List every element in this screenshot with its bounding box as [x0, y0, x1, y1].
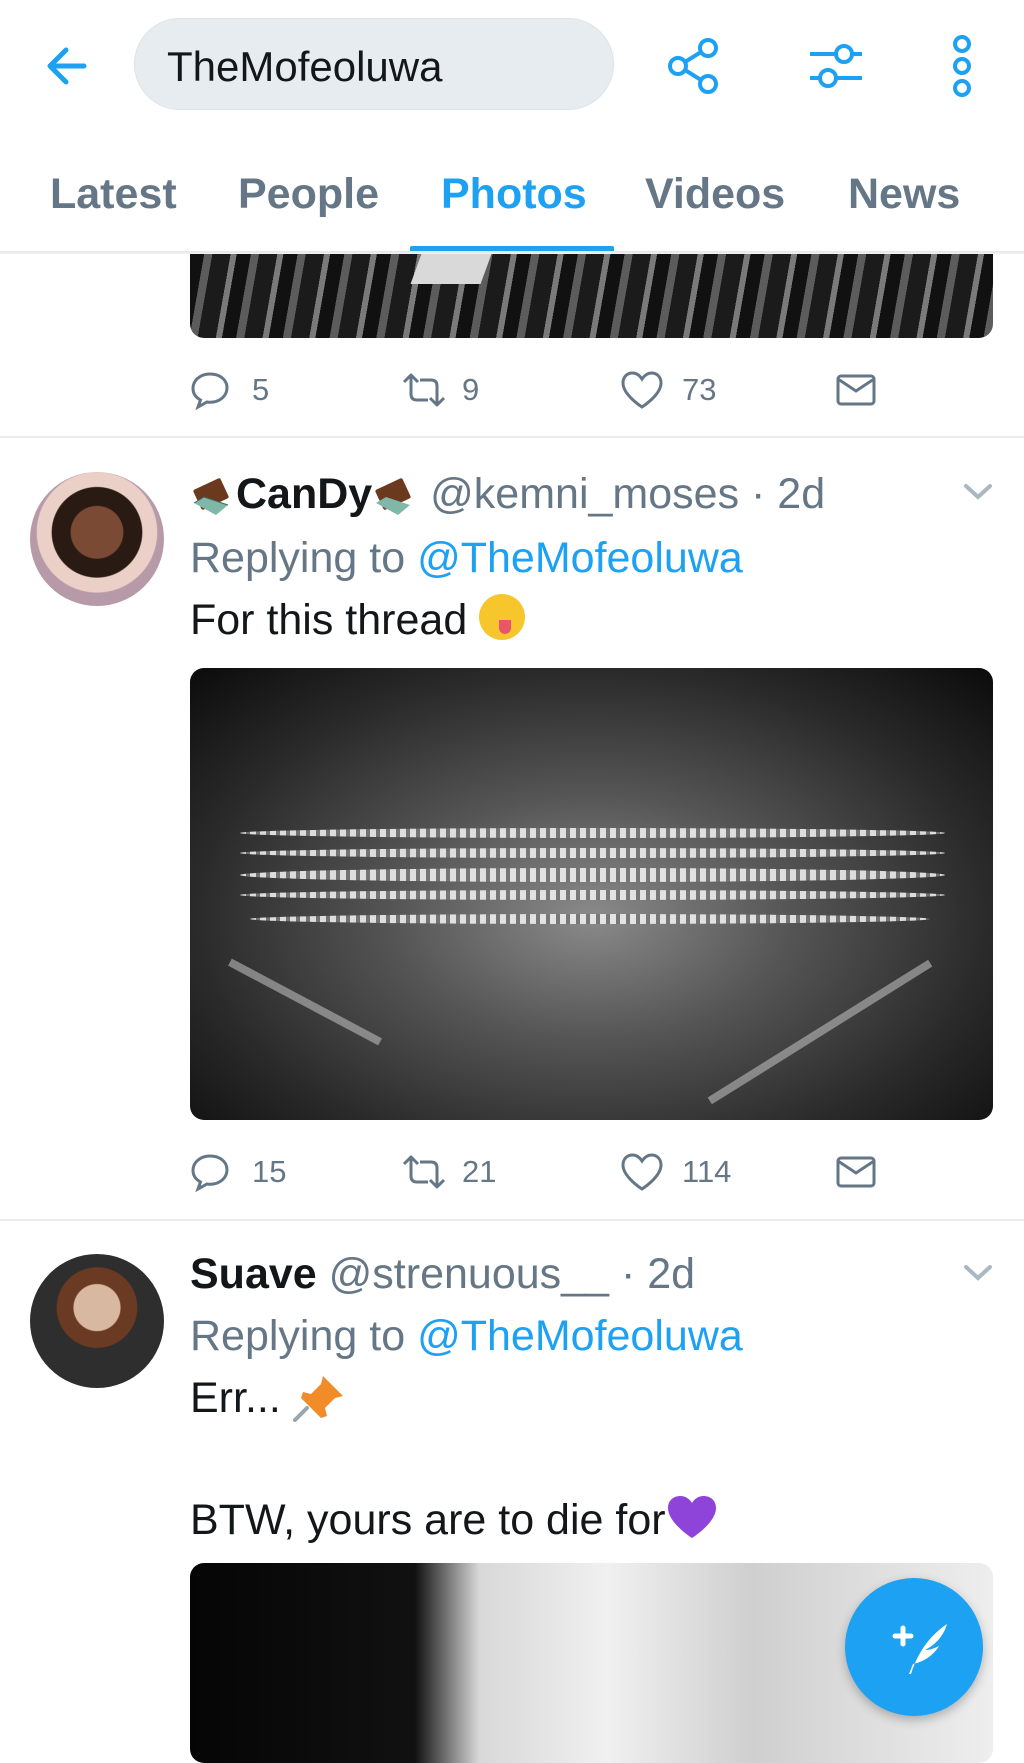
tweet-actions: 15 21 114 [190, 1142, 950, 1202]
filter-sliders-icon[interactable] [806, 36, 866, 96]
replying-to-label: Replying to [190, 1312, 406, 1360]
avatar[interactable] [30, 472, 164, 606]
user-handle[interactable]: @kemni_moses [430, 470, 739, 518]
retweet-count: 9 [462, 372, 480, 407]
tab-latest[interactable]: Latest [50, 170, 177, 219]
share-icon[interactable] [664, 36, 724, 96]
back-arrow-icon[interactable] [40, 38, 96, 94]
photo-detail [240, 868, 945, 882]
tweet-text-content: Err... [190, 1374, 281, 1422]
display-name[interactable]: CanDy [236, 470, 372, 518]
photo-detail [707, 959, 933, 1105]
search-tabs: Latest People Photos Videos News [0, 150, 1024, 254]
replying-to-line: Replying to @TheMofeoluwa [190, 1312, 743, 1361]
yum-face-emoji-icon [479, 594, 526, 640]
search-query-text: TheMofeoluwa [167, 43, 443, 90]
compose-tweet-icon [892, 1624, 947, 1674]
tweet-divider [0, 1219, 1024, 1221]
retweet-icon [402, 1155, 446, 1189]
compose-tweet-button[interactable] [845, 1578, 983, 1716]
tab-photos[interactable]: Photos [441, 170, 587, 219]
retweet-icon [402, 373, 446, 407]
reply-count: 15 [252, 1154, 287, 1189]
photo-detail [240, 890, 945, 900]
reply-count: 5 [252, 372, 270, 407]
tweet-photo[interactable] [190, 668, 993, 1120]
more-vertical-icon[interactable] [950, 34, 974, 98]
like-count: 73 [682, 372, 717, 407]
chocolate-bar-emoji-icon [193, 477, 229, 515]
reply-bubble-icon [191, 1154, 229, 1192]
heart-icon [621, 1153, 663, 1191]
photo-detail [240, 828, 945, 838]
tweet-header: CanDy @kemni_moses · 2d [190, 470, 825, 519]
search-field[interactable]: TheMofeoluwa [134, 18, 614, 110]
chocolate-bar-emoji-icon [375, 477, 411, 515]
pushpin-emoji-icon [292, 1376, 343, 1422]
tweet-actions: 5 9 73 [190, 360, 950, 420]
tweet-text-content: BTW, yours are to die for [190, 1496, 666, 1544]
tweet-text-line: Err... [190, 1372, 347, 1423]
photo-detail [410, 254, 492, 284]
tweet-divider [0, 436, 1024, 438]
replying-to-mention[interactable]: @TheMofeoluwa [417, 534, 743, 582]
tweet-text-line: BTW, yours are to die for [190, 1494, 718, 1545]
envelope-icon [836, 374, 876, 406]
photo-detail [228, 958, 382, 1046]
display-name[interactable]: Suave [190, 1250, 317, 1298]
photo-detail [250, 914, 930, 924]
tweet-timestamp: · 2d [751, 470, 826, 518]
avatar[interactable] [30, 1254, 164, 1388]
like-count: 114 [682, 1154, 732, 1189]
replying-to-label: Replying to [190, 534, 406, 582]
tab-videos[interactable]: Videos [645, 170, 785, 219]
tweet-timestamp: · 2d [620, 1250, 696, 1298]
tab-people[interactable]: People [238, 170, 379, 219]
tweet-photo[interactable] [190, 254, 993, 338]
purple-heart-emoji-icon [667, 1496, 716, 1538]
retweet-count: 21 [462, 1154, 497, 1189]
heart-icon [621, 371, 663, 409]
envelope-icon [836, 1156, 876, 1188]
replying-to-line: Replying to @TheMofeoluwa [190, 534, 743, 583]
tweet-header: Suave @strenuous__ · 2d [190, 1250, 695, 1299]
tweet-text-content: For this thread [190, 596, 468, 644]
top-bar: TheMofeoluwa [0, 0, 1024, 130]
tweet-text: For this thread [190, 594, 526, 645]
user-handle[interactable]: @strenuous__ [329, 1250, 609, 1298]
chevron-down-icon[interactable] [960, 476, 996, 506]
chevron-down-icon[interactable] [960, 1257, 996, 1287]
photo-detail [240, 848, 945, 858]
tab-news[interactable]: News [848, 170, 960, 219]
replying-to-mention[interactable]: @TheMofeoluwa [417, 1312, 743, 1360]
reply-bubble-icon [191, 372, 229, 410]
